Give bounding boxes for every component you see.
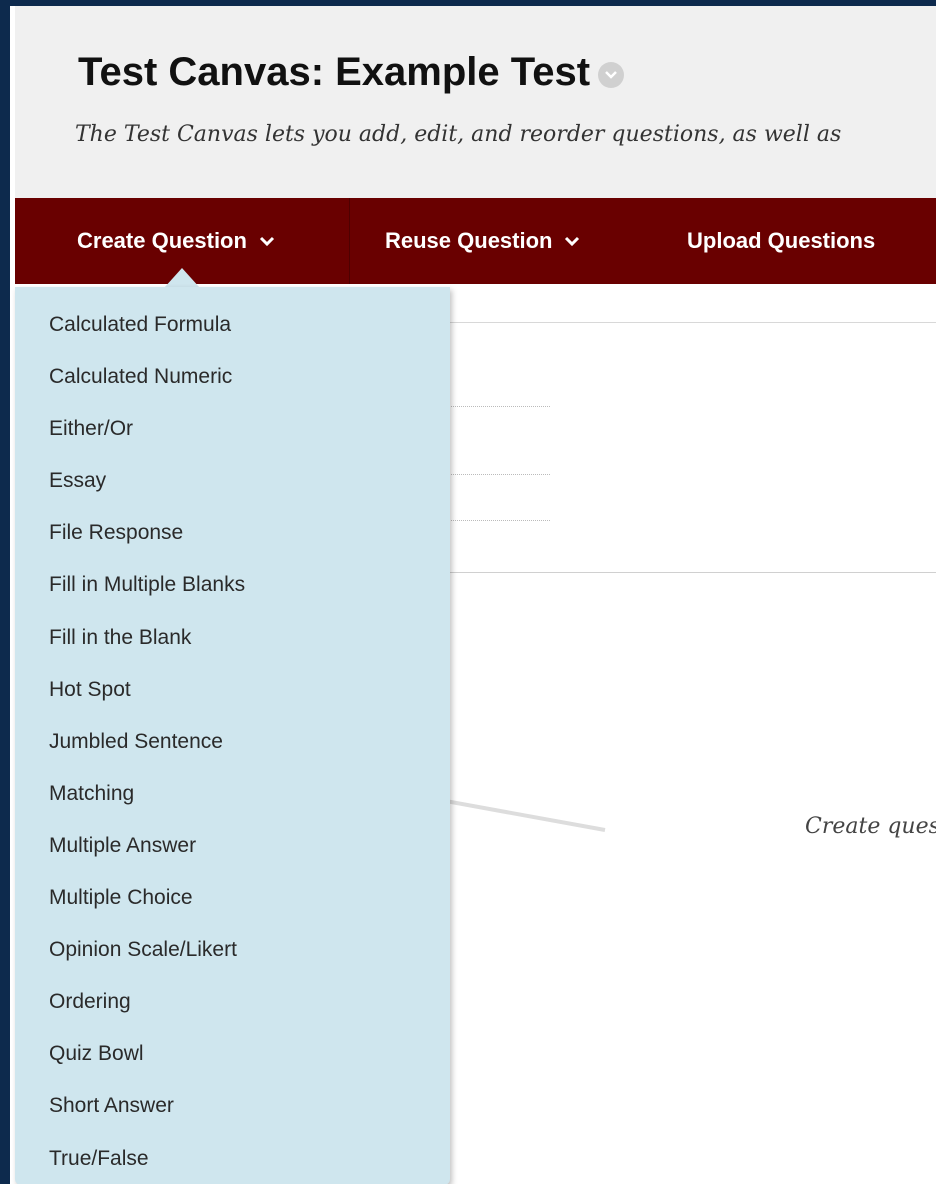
upload-questions-button[interactable]: Upload Questions xyxy=(687,198,875,284)
menu-item-fill-in-the-blank[interactable]: Fill in the Blank xyxy=(15,612,450,664)
menu-item-file-response[interactable]: File Response xyxy=(15,507,450,559)
title-options-chevron-icon[interactable] xyxy=(598,61,625,88)
action-bar: Create Question Reuse Question Upload Qu… xyxy=(10,198,936,284)
menu-item-quiz-bowl[interactable]: Quiz Bowl xyxy=(15,1028,450,1080)
reuse-question-label: Reuse Question xyxy=(385,228,553,253)
menu-item-fill-in-multiple-blanks[interactable]: Fill in Multiple Blanks xyxy=(15,559,450,611)
title-row: Test Canvas: Example Test xyxy=(78,50,625,95)
menu-item-calculated-numeric[interactable]: Calculated Numeric xyxy=(15,351,450,403)
menu-item-short-answer[interactable]: Short Answer xyxy=(15,1080,450,1132)
dropdown-caret xyxy=(164,268,200,288)
divider xyxy=(440,572,936,573)
menu-item-multiple-choice[interactable]: Multiple Choice xyxy=(15,872,450,924)
divider xyxy=(440,520,550,521)
menu-item-jumbled-sentence[interactable]: Jumbled Sentence xyxy=(15,716,450,768)
menu-item-opinion-scale-likert[interactable]: Opinion Scale/Likert xyxy=(15,924,450,976)
menu-item-true-false[interactable]: True/False xyxy=(15,1133,450,1184)
divider xyxy=(440,406,550,407)
divider xyxy=(440,322,936,323)
menu-item-essay[interactable]: Essay xyxy=(15,455,450,507)
menu-item-multiple-answer[interactable]: Multiple Answer xyxy=(15,820,450,872)
page-title: Test Canvas: Example Test xyxy=(78,50,591,94)
menu-item-matching[interactable]: Matching xyxy=(15,768,450,820)
menu-item-hot-spot[interactable]: Hot Spot xyxy=(15,664,450,716)
create-question-menu: Calculated Formula Calculated Numeric Ei… xyxy=(15,287,450,1184)
divider xyxy=(440,474,550,475)
create-question-label: Create Question xyxy=(77,228,247,253)
page-header: Test Canvas: Example Test The Test Canva… xyxy=(10,6,936,198)
window-frame: Test Canvas: Example Test The Test Canva… xyxy=(0,0,936,1184)
hint-pointer-line xyxy=(440,798,606,832)
empty-canvas-hint: Create ques xyxy=(805,814,936,839)
page-subtitle: The Test Canvas lets you add, edit, and … xyxy=(75,122,842,147)
menu-item-calculated-formula[interactable]: Calculated Formula xyxy=(15,299,450,351)
chevron-down-icon xyxy=(564,235,580,247)
upload-questions-label: Upload Questions xyxy=(687,228,876,253)
menu-item-either-or[interactable]: Either/Or xyxy=(15,403,450,455)
chevron-down-icon xyxy=(259,235,275,247)
reuse-question-button[interactable]: Reuse Question xyxy=(385,198,580,284)
menu-item-ordering[interactable]: Ordering xyxy=(15,976,450,1028)
